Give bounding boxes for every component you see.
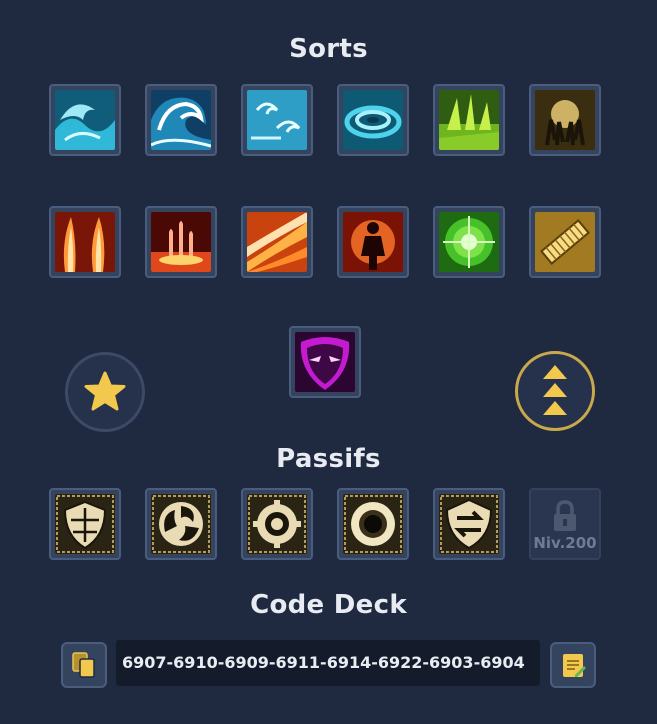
- passives-title: Passifs: [276, 444, 381, 474]
- fire-figure-icon: [343, 212, 403, 272]
- copy-deck-button[interactable]: [61, 642, 107, 688]
- whirlpool-icon: [343, 90, 403, 150]
- deck-code-field[interactable]: 6907-6910-6909-6911-6914-6922-6903-6904: [116, 640, 540, 686]
- exchange-passive-icon: [439, 494, 499, 554]
- spell-slot-8[interactable]: [145, 206, 217, 278]
- spell-slot-6[interactable]: [529, 84, 601, 156]
- spell-slot-10[interactable]: [337, 206, 409, 278]
- flame-wave-icon: [247, 212, 307, 272]
- spell-slot-3[interactable]: [241, 84, 313, 156]
- copy-icon: [72, 652, 95, 678]
- passive-slot-1[interactable]: [49, 488, 121, 560]
- spell-slot-1[interactable]: [49, 84, 121, 156]
- deck-code-text: 6907-6910-6909-6911-6914-6922-6903-6904: [122, 653, 525, 672]
- locked-level-label: Niv.200: [533, 534, 597, 552]
- level-up-button[interactable]: [515, 351, 595, 431]
- spell-slot-2[interactable]: [145, 84, 217, 156]
- swirl-passive-icon: [151, 494, 211, 554]
- shield-passive-icon: [55, 494, 115, 554]
- lock-icon: [554, 500, 576, 531]
- deck-title: Code Deck: [250, 590, 407, 620]
- water-swirl-icon: [247, 90, 307, 150]
- triple-arrow-up-icon: [543, 365, 567, 415]
- fire-rain-icon: [151, 212, 211, 272]
- passive-slot-4[interactable]: [337, 488, 409, 560]
- tidal-wave-icon: [151, 90, 211, 150]
- favorite-button[interactable]: [65, 352, 145, 432]
- green-target-icon: [439, 212, 499, 272]
- passive-slot-2[interactable]: [145, 488, 217, 560]
- spell-slot-special[interactable]: [289, 326, 361, 398]
- fire-pillars-icon: [55, 212, 115, 272]
- pink-mask-icon: [295, 332, 355, 392]
- passive-slot-3[interactable]: [241, 488, 313, 560]
- golden-hands-icon: [535, 90, 595, 150]
- water-wave-icon: [55, 90, 115, 150]
- paste-deck-button[interactable]: [550, 642, 596, 688]
- spell-slot-12[interactable]: [529, 206, 601, 278]
- gear-passive-icon: [247, 494, 307, 554]
- spells-title: Sorts: [289, 34, 368, 64]
- spell-slot-4[interactable]: [337, 84, 409, 156]
- spell-slot-7[interactable]: [49, 206, 121, 278]
- nature-spikes-icon: [439, 90, 499, 150]
- spell-slot-11[interactable]: [433, 206, 505, 278]
- notepad-icon: [563, 654, 586, 677]
- eclipse-passive-icon: [343, 494, 403, 554]
- golden-scroll-icon: [535, 212, 595, 272]
- passive-slot-5[interactable]: [433, 488, 505, 560]
- spell-slot-9[interactable]: [241, 206, 313, 278]
- star-icon: [84, 371, 126, 411]
- spell-slot-5[interactable]: [433, 84, 505, 156]
- passive-slot-locked: Niv.200: [529, 488, 601, 560]
